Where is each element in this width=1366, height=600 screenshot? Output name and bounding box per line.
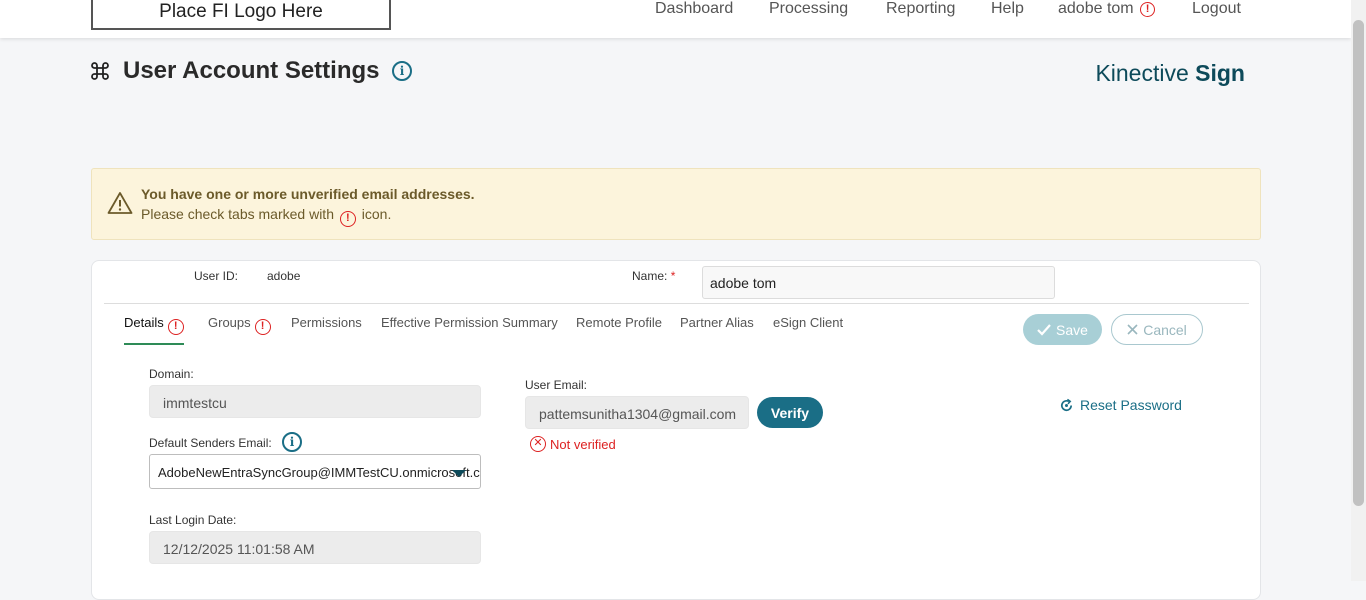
- save-label: Save: [1056, 321, 1088, 338]
- alert-body: Please check tabs marked with ! icon.: [141, 206, 391, 227]
- nav-processing[interactable]: Processing: [769, 0, 848, 20]
- tab-details[interactable]: Details!: [124, 315, 184, 345]
- warning-icon: !: [1140, 2, 1156, 17]
- default-senders-email-select[interactable]: AdobeNewEntraSyncGroup@IMMTestCU.onmicro…: [149, 454, 481, 489]
- tab-effective-permission-summary[interactable]: Effective Permission Summary: [381, 315, 558, 345]
- nav-reporting[interactable]: Reporting: [886, 0, 955, 20]
- nav-logout[interactable]: Logout: [1192, 0, 1241, 20]
- brand-light: Kinective: [1095, 60, 1189, 86]
- warning-icon: !: [339, 211, 356, 227]
- name-label-text: Name:: [632, 269, 668, 283]
- chevron-down-icon: [452, 470, 466, 477]
- nav-user-name: adobe tom: [1058, 0, 1134, 17]
- x-circle-icon: ✕: [530, 436, 546, 452]
- nav-dashboard[interactable]: Dashboard: [655, 0, 733, 20]
- info-icon[interactable]: i: [392, 61, 412, 81]
- info-icon[interactable]: i: [282, 432, 302, 452]
- check-icon: [1037, 323, 1051, 336]
- name-label: Name: *: [632, 269, 675, 283]
- page-scrollbar[interactable]: [1351, 0, 1366, 581]
- warning-icon: !: [254, 319, 271, 335]
- top-nav: Place FI Logo Here Dashboard Processing …: [0, 0, 1351, 38]
- brand-bold: Sign: [1195, 60, 1245, 86]
- domain-field: immtestcu: [149, 385, 481, 418]
- not-verified-status: ✕ Not verified: [530, 436, 616, 452]
- tab-details-label: Details: [124, 315, 164, 330]
- tab-partner-alias[interactable]: Partner Alias: [680, 315, 754, 345]
- alert-body-suffix: icon.: [361, 206, 392, 222]
- close-icon: [1127, 324, 1138, 335]
- logo-text: Place FI Logo Here: [159, 1, 323, 22]
- tab-groups-label: Groups: [208, 315, 251, 330]
- domain-label: Domain:: [149, 367, 194, 381]
- not-verified-text: Not verified: [550, 436, 616, 452]
- nav-user-menu[interactable]: adobe tom !: [1058, 0, 1156, 20]
- required-marker: *: [670, 269, 676, 283]
- user-id-label: User ID:: [194, 269, 239, 283]
- alert-title: You have one or more unverified email ad…: [141, 186, 475, 202]
- unverified-email-alert: You have one or more unverified email ad…: [91, 168, 1261, 240]
- verify-button[interactable]: Verify: [757, 397, 823, 428]
- cancel-button[interactable]: Cancel: [1111, 314, 1203, 345]
- command-icon: [91, 62, 109, 80]
- page-title: User Account Settings: [123, 57, 380, 84]
- default-senders-email-label: Default Senders Email:: [149, 436, 272, 450]
- tab-remote-profile[interactable]: Remote Profile: [576, 315, 662, 345]
- reset-password-label: Reset Password: [1080, 397, 1182, 413]
- tab-esign-client[interactable]: eSign Client: [773, 315, 843, 345]
- name-field[interactable]: adobe tom: [702, 266, 1055, 299]
- warning-icon: !: [167, 319, 184, 335]
- fi-logo-placeholder[interactable]: Place FI Logo Here: [91, 0, 391, 30]
- save-button[interactable]: Save: [1023, 314, 1102, 345]
- tab-permissions[interactable]: Permissions: [291, 315, 362, 345]
- default-senders-email-value: AdobeNewEntraSyncGroup@IMMTestCU.onmicro…: [158, 465, 481, 480]
- nav-help[interactable]: Help: [991, 0, 1024, 20]
- brand-logo: Kinective Sign: [1095, 60, 1245, 87]
- cancel-label: Cancel: [1143, 321, 1187, 338]
- reset-password-link[interactable]: Reset Password: [1059, 397, 1182, 413]
- reset-icon: [1061, 398, 1073, 411]
- tab-groups[interactable]: Groups!: [208, 315, 271, 345]
- header-divider: [104, 303, 1249, 304]
- scrollbar-thumb[interactable]: [1353, 20, 1364, 506]
- alert-body-prefix: Please check tabs marked with: [141, 206, 334, 222]
- last-login-date-field: 12/12/2025 11:01:58 AM: [149, 531, 481, 564]
- user-email-field[interactable]: pattemsunitha1304@gmail.com: [525, 396, 749, 429]
- user-id-value: adobe: [267, 269, 301, 283]
- user-email-label: User Email:: [525, 378, 588, 392]
- user-settings-card: User ID: adobe Name: * adobe tom Details…: [91, 260, 1261, 600]
- last-login-date-label: Last Login Date:: [149, 513, 237, 527]
- warning-triangle-icon: [107, 192, 133, 214]
